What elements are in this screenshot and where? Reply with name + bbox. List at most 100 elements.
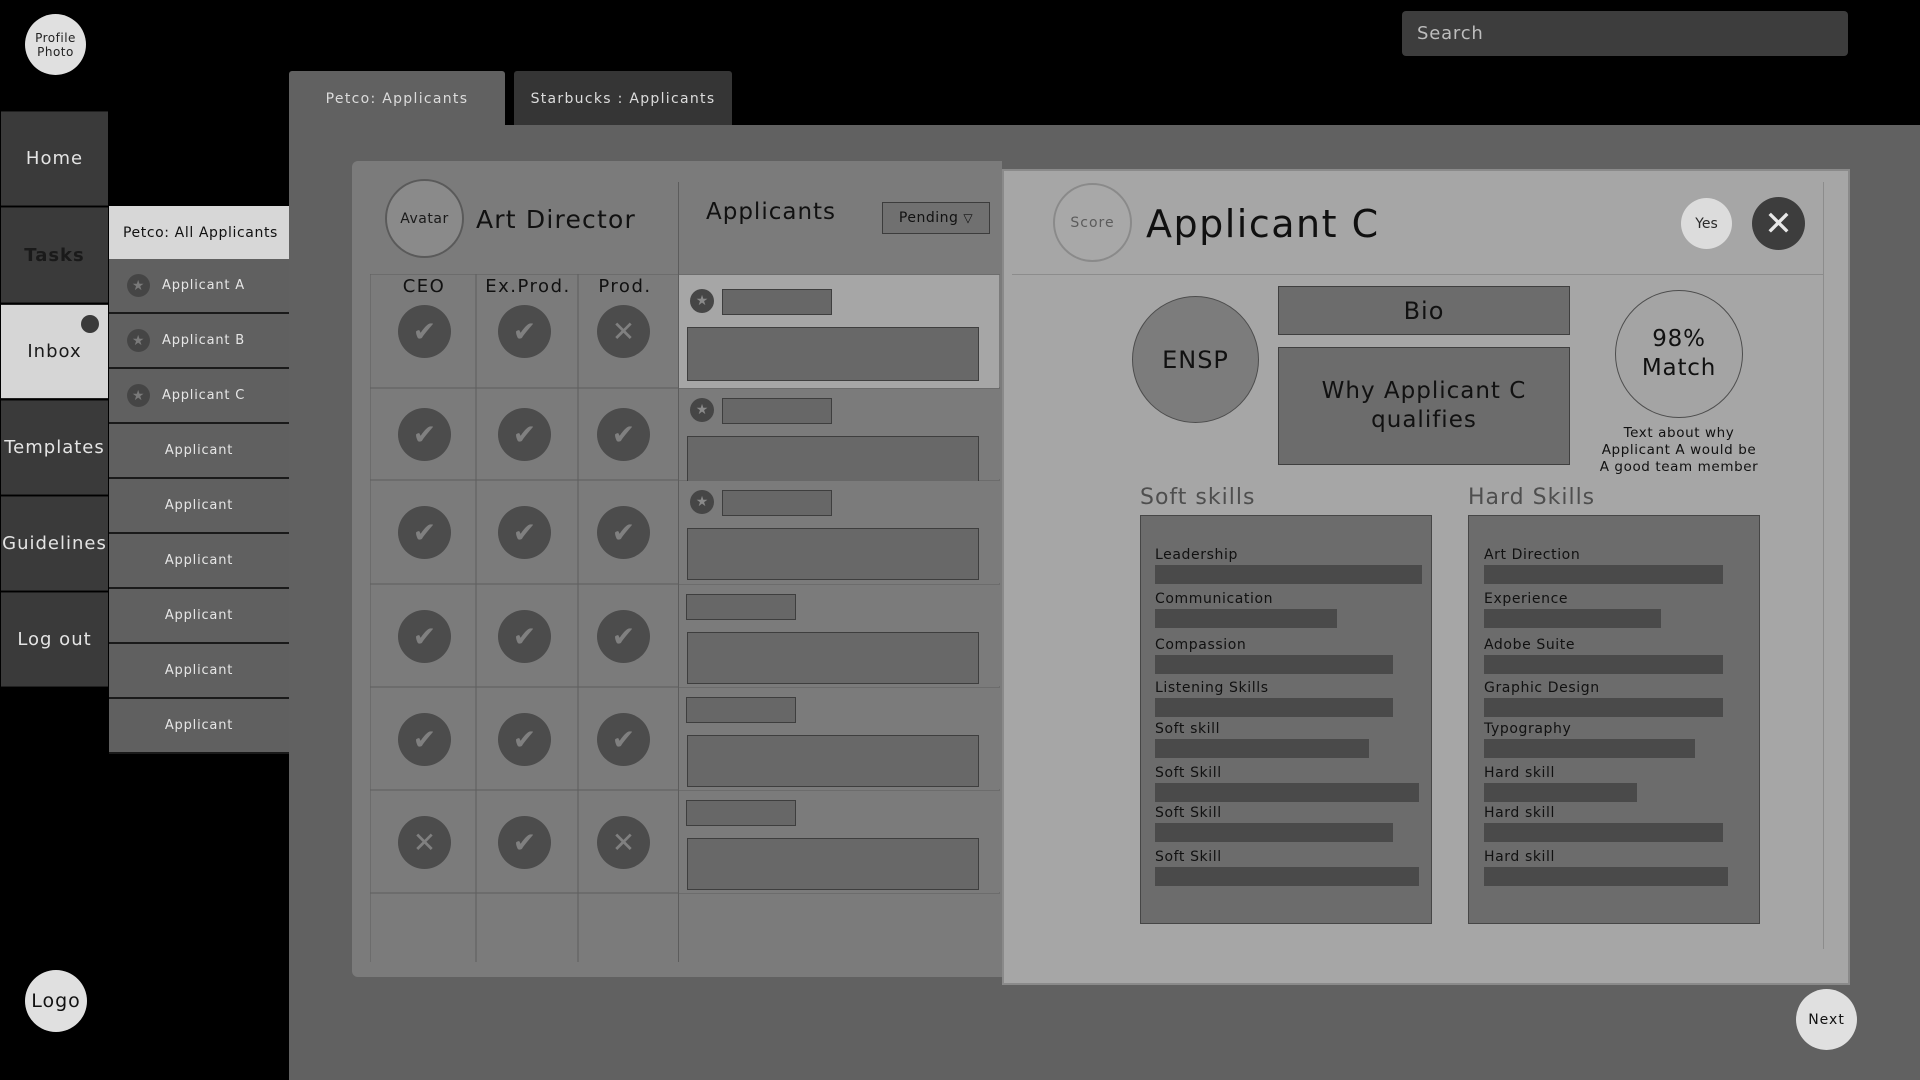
approved-check-icon[interactable]: ✔: [498, 408, 551, 461]
applicant-name-placeholder: [722, 398, 832, 424]
applicant-list-item[interactable]: ★ Applicant A: [109, 259, 289, 314]
applicants-title: Applicants: [706, 199, 837, 225]
applicant-list-item-label: Applicant A: [162, 278, 245, 293]
applicant-list-item[interactable]: ★ Applicant B: [109, 314, 289, 369]
rejected-x-icon[interactable]: ✕: [597, 305, 650, 358]
soft-skill-bar: [1155, 823, 1393, 842]
nav-templates[interactable]: Templates: [1, 400, 108, 495]
notification-dot-icon: [81, 315, 99, 333]
applicant-summary-placeholder: [687, 327, 979, 381]
approved-check-icon[interactable]: ✔: [597, 408, 650, 461]
tab-petco-applicants[interactable]: Petco: Applicants: [289, 71, 505, 127]
applicant-list-item[interactable]: Applicant: [109, 424, 289, 479]
soft-skill-label: Compassion: [1155, 637, 1247, 653]
star-icon: ★: [127, 274, 150, 297]
hard-skill-bar: [1484, 783, 1637, 802]
hard-skill-bar: [1484, 698, 1723, 717]
job-title: Art Director: [476, 205, 636, 234]
approved-check-icon[interactable]: ✔: [498, 712, 551, 766]
yes-button[interactable]: Yes: [1681, 198, 1732, 249]
nav-tasks[interactable]: Tasks: [1, 207, 108, 303]
profile-photo[interactable]: Profile Photo: [25, 14, 86, 75]
approved-check-icon[interactable]: ✔: [597, 506, 650, 559]
approved-check-icon[interactable]: ✔: [398, 305, 451, 358]
soft-skill-bar: [1155, 698, 1393, 717]
bio-button[interactable]: Bio: [1278, 286, 1570, 335]
approved-check-icon[interactable]: ✔: [398, 712, 451, 766]
close-icon: ✕: [1764, 203, 1793, 244]
applicant-summary-placeholder: [687, 735, 979, 787]
nav-guidelines[interactable]: Guidelines: [1, 496, 108, 591]
applicant-name-placeholder: [686, 594, 796, 620]
match-description: Text about why Applicant A would be A go…: [1599, 425, 1759, 475]
nav-inbox[interactable]: Inbox: [1, 304, 108, 399]
hard-skills-title: Hard Skills: [1468, 485, 1596, 510]
hard-skill-bar: [1484, 609, 1661, 628]
star-icon: ★: [127, 384, 150, 407]
applicant-name: Applicant C: [1146, 202, 1380, 246]
soft-skill-label: Soft Skill: [1155, 805, 1222, 821]
hard-skill-label: Experience: [1484, 591, 1569, 607]
hard-skill-bar: [1484, 655, 1723, 674]
soft-skill-label: Leadership: [1155, 547, 1238, 563]
job-avatar: Avatar: [385, 179, 464, 258]
soft-skills-title: Soft skills: [1140, 485, 1256, 510]
applicant-list-item-label: Applicant C: [162, 388, 246, 403]
match-percentage: 98% Match: [1615, 290, 1743, 418]
applicant-name-placeholder: [722, 289, 832, 315]
nav-logout[interactable]: Log out: [1, 592, 108, 687]
approved-check-icon[interactable]: ✔: [498, 609, 551, 663]
next-button[interactable]: Next: [1796, 989, 1857, 1050]
applicant-list-item[interactable]: Applicant: [109, 589, 289, 644]
soft-skill-bar: [1155, 739, 1369, 758]
approved-check-icon[interactable]: ✔: [597, 609, 650, 663]
hard-skill-label: Art Direction: [1484, 547, 1581, 563]
star-icon[interactable]: ★: [690, 289, 714, 313]
applicant-list-item[interactable]: Applicant: [109, 644, 289, 699]
applicant-name-placeholder: [722, 490, 832, 516]
column-header-ex-prod: Ex.Prod.: [485, 276, 571, 297]
soft-skill-bar: [1155, 783, 1419, 802]
applicant-list-item[interactable]: Applicant: [109, 479, 289, 534]
search-input[interactable]: [1402, 11, 1848, 56]
approved-check-icon[interactable]: ✔: [498, 305, 551, 358]
why-qualifies-button[interactable]: Why Applicant C qualifies: [1278, 347, 1570, 465]
column-header-ceo: CEO: [402, 276, 446, 297]
hard-skill-bar: [1484, 565, 1723, 584]
nav-inbox-label: Inbox: [27, 341, 82, 362]
reject-button[interactable]: ✕: [1752, 197, 1805, 250]
hard-skill-bar: [1484, 823, 1723, 842]
soft-skill-bar: [1155, 609, 1337, 628]
applicant-list-item-label: Applicant B: [162, 333, 245, 348]
rejected-x-icon[interactable]: ✕: [597, 815, 650, 869]
applicant-list-item[interactable]: Applicant: [109, 699, 289, 754]
hard-skill-label: Hard skill: [1484, 805, 1556, 821]
detail-scroll-edge: [1823, 182, 1824, 949]
approved-check-icon[interactable]: ✔: [597, 712, 650, 766]
approved-check-icon[interactable]: ✔: [498, 506, 551, 559]
applicant-list-header[interactable]: Petco: All Applicants: [109, 206, 289, 259]
approved-check-icon[interactable]: ✔: [398, 408, 451, 461]
tab-starbucks-applicants[interactable]: Starbucks : Applicants: [514, 71, 732, 126]
star-icon[interactable]: ★: [690, 490, 714, 514]
applicant-list-item[interactable]: Applicant: [109, 534, 289, 589]
column-header-prod: Prod.: [598, 276, 652, 297]
nav-home[interactable]: Home: [1, 111, 108, 206]
approved-check-icon[interactable]: ✔: [498, 815, 551, 869]
soft-skill-label: Soft Skill: [1155, 765, 1222, 781]
applicant-list-item[interactable]: ★ Applicant C: [109, 369, 289, 424]
soft-skill-bar: [1155, 655, 1393, 674]
approved-check-icon[interactable]: ✔: [398, 609, 451, 663]
applicant-summary-placeholder: [687, 528, 979, 580]
applicant-list-items: ★ Applicant A ★ Applicant B ★ Applicant C Appl…: [109, 259, 289, 754]
status-filter-dropdown[interactable]: Pending ▽: [882, 202, 990, 234]
hard-skill-label: Hard skill: [1484, 849, 1556, 865]
approved-check-icon[interactable]: ✔: [398, 506, 451, 559]
soft-skill-label: Listening Skills: [1155, 680, 1269, 696]
star-icon[interactable]: ★: [690, 398, 714, 422]
applicant-list-item-label: Applicant: [164, 608, 234, 623]
applicant-list-item-label: Applicant: [164, 498, 234, 513]
hard-skill-label: Hard skill: [1484, 765, 1556, 781]
applicant-name-placeholder: [686, 697, 796, 723]
rejected-x-icon[interactable]: ✕: [398, 815, 451, 869]
